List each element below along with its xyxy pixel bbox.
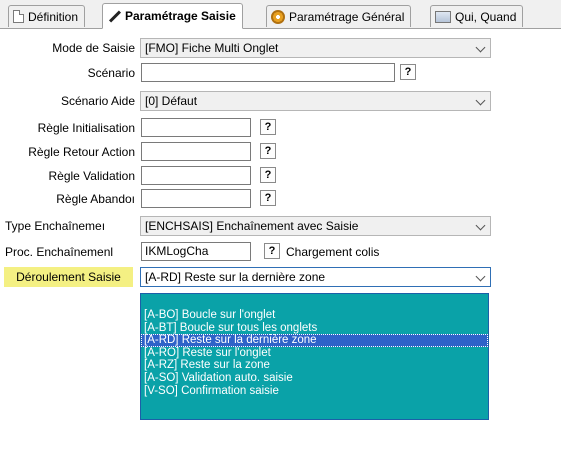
- regle-validation-help-button[interactable]: ?: [260, 167, 276, 183]
- dropdown-option[interactable]: [A-SO] Validation auto. saisie: [141, 372, 488, 385]
- chevron-down-icon: [475, 220, 486, 231]
- proc-enchainement-label: Proc. Enchaînemenl: [5, 245, 114, 259]
- tab-label: Qui, Quand: [455, 9, 517, 24]
- row-mode-saisie: Mode de Saisie [FMO] Fiche Multi Onglet: [0, 38, 561, 58]
- row-type-enchainement: Type Enchaînemeı [ENCHSAIS] Enchaînement…: [0, 216, 561, 236]
- scenario-input[interactable]: [141, 63, 395, 82]
- mode-saisie-label: Mode de Saisie: [52, 41, 135, 55]
- people-icon: [435, 10, 451, 23]
- regle-init-label: Règle Initialisation: [37, 121, 135, 135]
- regle-abandon-label: Règle Abandoı: [56, 192, 135, 206]
- deroulement-saisie-select[interactable]: [A-RD] Reste sur la dernière zone: [140, 267, 491, 287]
- dropdown-option[interactable]: [A-RO] Reste sur l'onglet: [141, 347, 488, 360]
- tab-strip: Définition Paramétrage Saisie Paramétrag…: [0, 0, 561, 29]
- dropdown-option[interactable]: [A-BO] Boucle sur l'onglet: [141, 309, 488, 322]
- dropdown-option[interactable]: [V-SO] Confirmation saisie: [141, 385, 488, 398]
- regle-init-help-button[interactable]: ?: [260, 119, 276, 135]
- proc-enchainement-input[interactable]: IKMLogCha: [141, 242, 251, 261]
- document-icon: [13, 10, 24, 23]
- regle-retour-label: Règle Retour Action: [28, 145, 135, 159]
- deroulement-saisie-value: [A-RD] Reste sur la dernière zone: [145, 270, 326, 284]
- regle-retour-help-button[interactable]: ?: [260, 143, 276, 159]
- proc-enchainement-help-button[interactable]: ?: [264, 243, 280, 259]
- dropdown-option-selected[interactable]: [A-RD] Reste sur la dernière zone: [141, 334, 488, 347]
- tab-parametrage-general[interactable]: Paramétrage Général: [266, 5, 412, 27]
- tab-qui-quand[interactable]: Qui, Quand: [430, 5, 524, 27]
- deroulement-saisie-dropdown-list: [A-BO] Boucle sur l'onglet [A-BT] Boucle…: [140, 293, 489, 420]
- type-enchainement-select[interactable]: [ENCHSAIS] Enchaînement avec Saisie: [140, 216, 491, 236]
- gear-icon: [271, 9, 285, 24]
- tab-label: Définition: [28, 9, 79, 24]
- chevron-down-icon: [475, 42, 486, 53]
- row-regle-abandon: Règle Abandoı ?: [0, 189, 561, 209]
- regle-validation-input[interactable]: [141, 166, 251, 185]
- tab-parametrage-saisie[interactable]: Paramétrage Saisie: [102, 3, 243, 29]
- row-scenario-aide: Scénario Aide [0] Défaut: [0, 91, 561, 111]
- tab-label: Paramétrage Général: [289, 9, 405, 24]
- deroulement-saisie-label: Déroulement Saisie: [4, 267, 133, 287]
- regle-abandon-help-button[interactable]: ?: [260, 190, 276, 206]
- dropdown-option[interactable]: [A-BT] Boucle sur tous les onglets: [141, 322, 488, 335]
- mode-saisie-select[interactable]: [FMO] Fiche Multi Onglet: [140, 38, 491, 58]
- tab-label: Paramétrage Saisie: [125, 9, 236, 23]
- row-deroulement-saisie: Déroulement Saisie [A-RD] Reste sur la d…: [0, 267, 561, 287]
- chevron-down-icon: [475, 95, 486, 106]
- row-regle-init: Règle Initialisation ?: [0, 118, 561, 138]
- pencil-icon: [107, 9, 121, 23]
- scenario-label: Scénario: [87, 66, 135, 80]
- chevron-down-icon: [475, 271, 486, 282]
- row-scenario: Scénario ?: [0, 63, 561, 83]
- type-enchainement-value: [ENCHSAIS] Enchaînement avec Saisie: [145, 219, 359, 233]
- regle-abandon-input[interactable]: [141, 189, 251, 208]
- row-regle-validation: Règle Validation ?: [0, 166, 561, 186]
- type-enchainement-label: Type Enchaînemeı: [5, 219, 106, 233]
- proc-enchainement-description: Chargement colis: [286, 245, 380, 259]
- regle-retour-input[interactable]: [141, 142, 251, 161]
- row-proc-enchainement: Proc. Enchaînemenl IKMLogCha ? Chargemen…: [0, 242, 561, 262]
- regle-init-input[interactable]: [141, 118, 251, 137]
- tab-definition[interactable]: Définition: [8, 5, 86, 27]
- scenario-aide-value: [0] Défaut: [145, 94, 198, 108]
- mode-saisie-value: [FMO] Fiche Multi Onglet: [145, 41, 279, 55]
- scenario-help-button[interactable]: ?: [400, 64, 416, 80]
- row-regle-retour: Règle Retour Action ?: [0, 142, 561, 162]
- scenario-aide-label: Scénario Aide: [60, 94, 135, 108]
- scenario-aide-select[interactable]: [0] Défaut: [140, 91, 491, 111]
- regle-validation-label: Règle Validation: [48, 169, 135, 183]
- dropdown-option[interactable]: [A-RZ] Reste sur la zone: [141, 359, 488, 372]
